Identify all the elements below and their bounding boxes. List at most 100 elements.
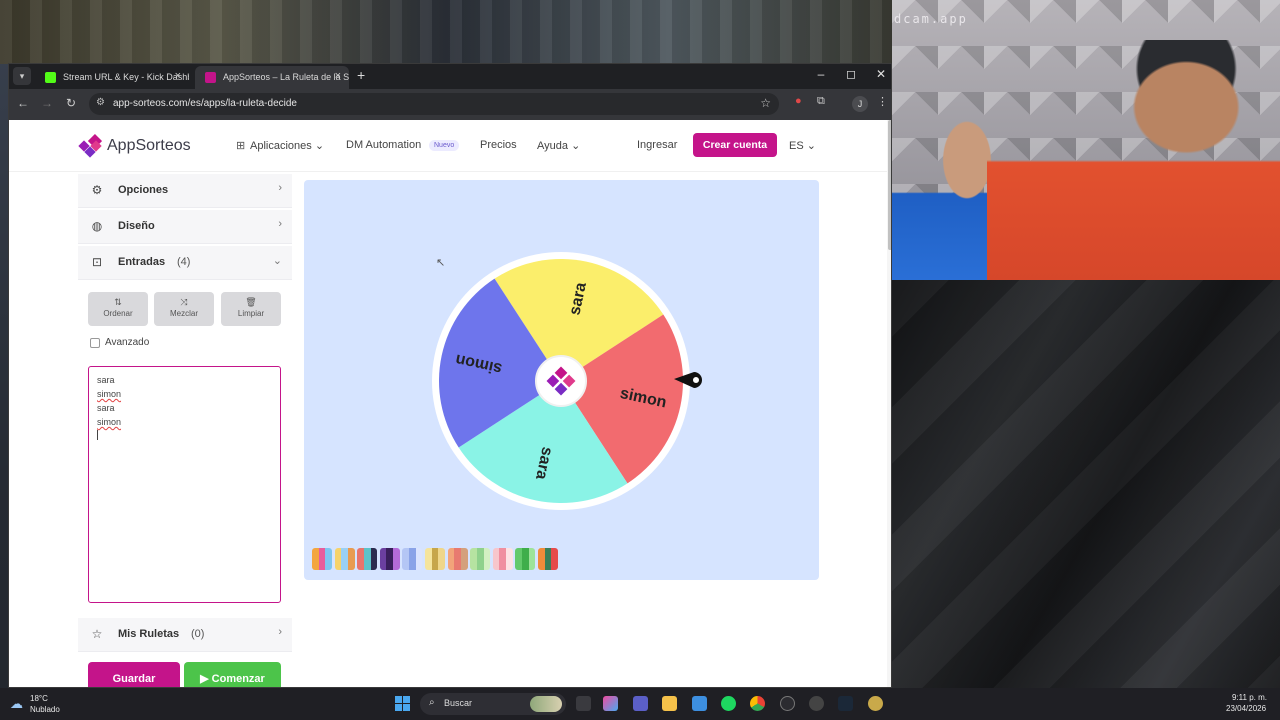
page-scrollbar[interactable] [887,120,891,687]
steam-icon[interactable] [838,696,853,711]
nav-ayuda-label: Ayuda [537,140,568,152]
language-label: ES [789,140,804,152]
palette-color [341,548,348,570]
accordion-label: Diseño [118,220,155,232]
entry-line: sara [97,403,115,413]
tab-appsorteos[interactable]: AppSorteos – La Ruleta de la Su × [195,66,349,89]
clear-button[interactable]: 🗑 Limpiar [221,292,281,326]
webcam-label: dcam.app [894,12,968,26]
palette-swatch[interactable] [334,548,355,570]
cloud-icon[interactable]: ☁ [10,696,23,712]
site-header: AppSorteos ⊞ Aplicaciones ⌄ DM Automatio… [9,120,887,172]
appsorteos-logo-icon[interactable] [78,134,102,158]
close-window-icon[interactable]: ✕ [871,67,891,81]
clock-date[interactable]: 23/04/2026 [1226,704,1266,713]
windows-start-icon[interactable] [395,696,410,711]
windows-taskbar: ☁ 18°C Nublado ⌕ Buscar 9:11 p. m. 23/04… [0,688,1280,720]
palette-swatch[interactable] [538,548,558,570]
tab-title: AppSorteos – La Ruleta de la Su [223,72,349,82]
shuffle-button[interactable]: ⤨ Mezclar [154,292,214,326]
accordion-entradas[interactable]: ⊡ Entradas (4) ⌄ [78,246,292,280]
palette-color [386,548,394,570]
palette-swatch[interactable] [379,548,400,570]
tab-kick-dashboard[interactable]: Stream URL & Key - Kick Dashb × [35,66,189,89]
login-link[interactable]: Ingresar [637,139,677,151]
palette-swatch[interactable] [447,548,468,570]
palette-color [492,548,500,570]
save-button[interactable]: Guardar [88,662,180,687]
palette-icon: ◍ [91,219,103,233]
maximize-icon[interactable]: ◻ [841,67,861,81]
wheel-hub[interactable] [535,355,587,407]
store-icon[interactable] [692,696,707,711]
accordion-opciones[interactable]: ⚙ Opciones › [78,174,292,208]
nav-precios[interactable]: Precios [480,139,517,151]
site-info-icon[interactable]: ⚙ [96,97,105,108]
palette-color [415,548,423,570]
accordion-diseno[interactable]: ◍ Diseño › [78,210,292,244]
trash-icon: 🗑 [245,297,257,307]
palette-swatch[interactable] [470,548,491,570]
accordion-label: Entradas [118,256,166,268]
forward-icon[interactable]: → [39,96,55,110]
back-icon[interactable]: ← [15,96,31,110]
game-app-icon[interactable] [868,696,883,711]
search-placeholder: Buscar [444,698,473,708]
palette-color [551,548,558,570]
address-bar[interactable]: ⚙ app-sorteos.com/es/apps/la-ruleta-deci… [89,93,779,115]
task-view-icon[interactable] [576,696,591,711]
palette-swatch[interactable] [515,548,536,570]
palette-swatch[interactable] [312,548,332,570]
close-tab-icon[interactable]: × [175,70,181,82]
reload-icon[interactable]: ↻ [63,96,79,110]
file-explorer-icon[interactable] [662,696,677,711]
obs-icon[interactable] [809,696,824,711]
tab-search-icon[interactable]: ▾ [13,67,31,85]
extensions-puzzle-icon[interactable]: ⧉ [817,95,825,108]
minimize-icon[interactable]: – [811,67,831,81]
entries-textarea[interactable]: sara simon sara simon [88,366,281,603]
logo-text[interactable]: AppSorteos [107,137,191,155]
nav-ayuda[interactable]: Ayuda ⌄ [537,139,580,152]
clear-label: Limpiar [237,309,265,318]
start-button[interactable]: ▶ Comenzar [184,662,281,687]
nav-aplicaciones[interactable]: Aplicaciones ⌄ [250,139,324,152]
teams-icon[interactable] [633,696,648,711]
app-circle-icon[interactable] [780,696,795,711]
palette-swatch[interactable] [492,548,513,570]
palette-swatch[interactable] [357,548,378,570]
gift-icon: ⊡ [91,255,103,269]
nav-dm-automation[interactable]: DM Automation [346,139,421,151]
browser-window: ▾ Stream URL & Key - Kick Dashb × AppSor… [8,63,892,688]
clock-time[interactable]: 9:11 p. m. [1232,693,1267,702]
weather-temperature[interactable]: 18°C [30,694,48,703]
new-tab-icon[interactable]: + [357,67,365,83]
nav-aplicaciones-label: Aplicaciones [250,140,312,152]
accordion-mis-ruletas[interactable]: ☆ Mis Ruletas (0) › [78,618,292,652]
search-icon: ⌕ [429,697,435,708]
palette-color [506,548,513,570]
advanced-checkbox[interactable] [90,338,100,348]
sort-icon: ⇅ [114,297,122,307]
wheel[interactable]: sarasimonsarasimon [426,246,716,516]
profile-avatar[interactable]: J [852,96,868,112]
search-highlight-icon [530,696,562,712]
taskbar-search[interactable]: ⌕ Buscar [420,693,566,715]
chrome-icon[interactable] [750,696,765,711]
menu-kebab-icon[interactable]: ⋮ [877,95,888,108]
weather-description[interactable]: Nublado [30,705,60,714]
copilot-icon[interactable] [603,696,618,711]
palette-swatch[interactable] [402,548,423,570]
spotify-icon[interactable] [721,696,736,711]
palette-color [431,548,439,570]
close-tab-icon[interactable]: × [335,70,341,82]
palette-color [409,548,416,570]
bookmark-star-icon[interactable]: ☆ [760,96,771,110]
create-account-button[interactable]: Crear cuenta [693,133,777,157]
language-select[interactable]: ES ⌄ [789,139,816,152]
new-badge: Nuevo [429,140,460,151]
palette-color [438,548,445,570]
palette-swatch[interactable] [425,548,445,570]
extension-red-icon[interactable]: ● [795,95,802,107]
sort-button[interactable]: ⇅ Ordenar [88,292,148,326]
